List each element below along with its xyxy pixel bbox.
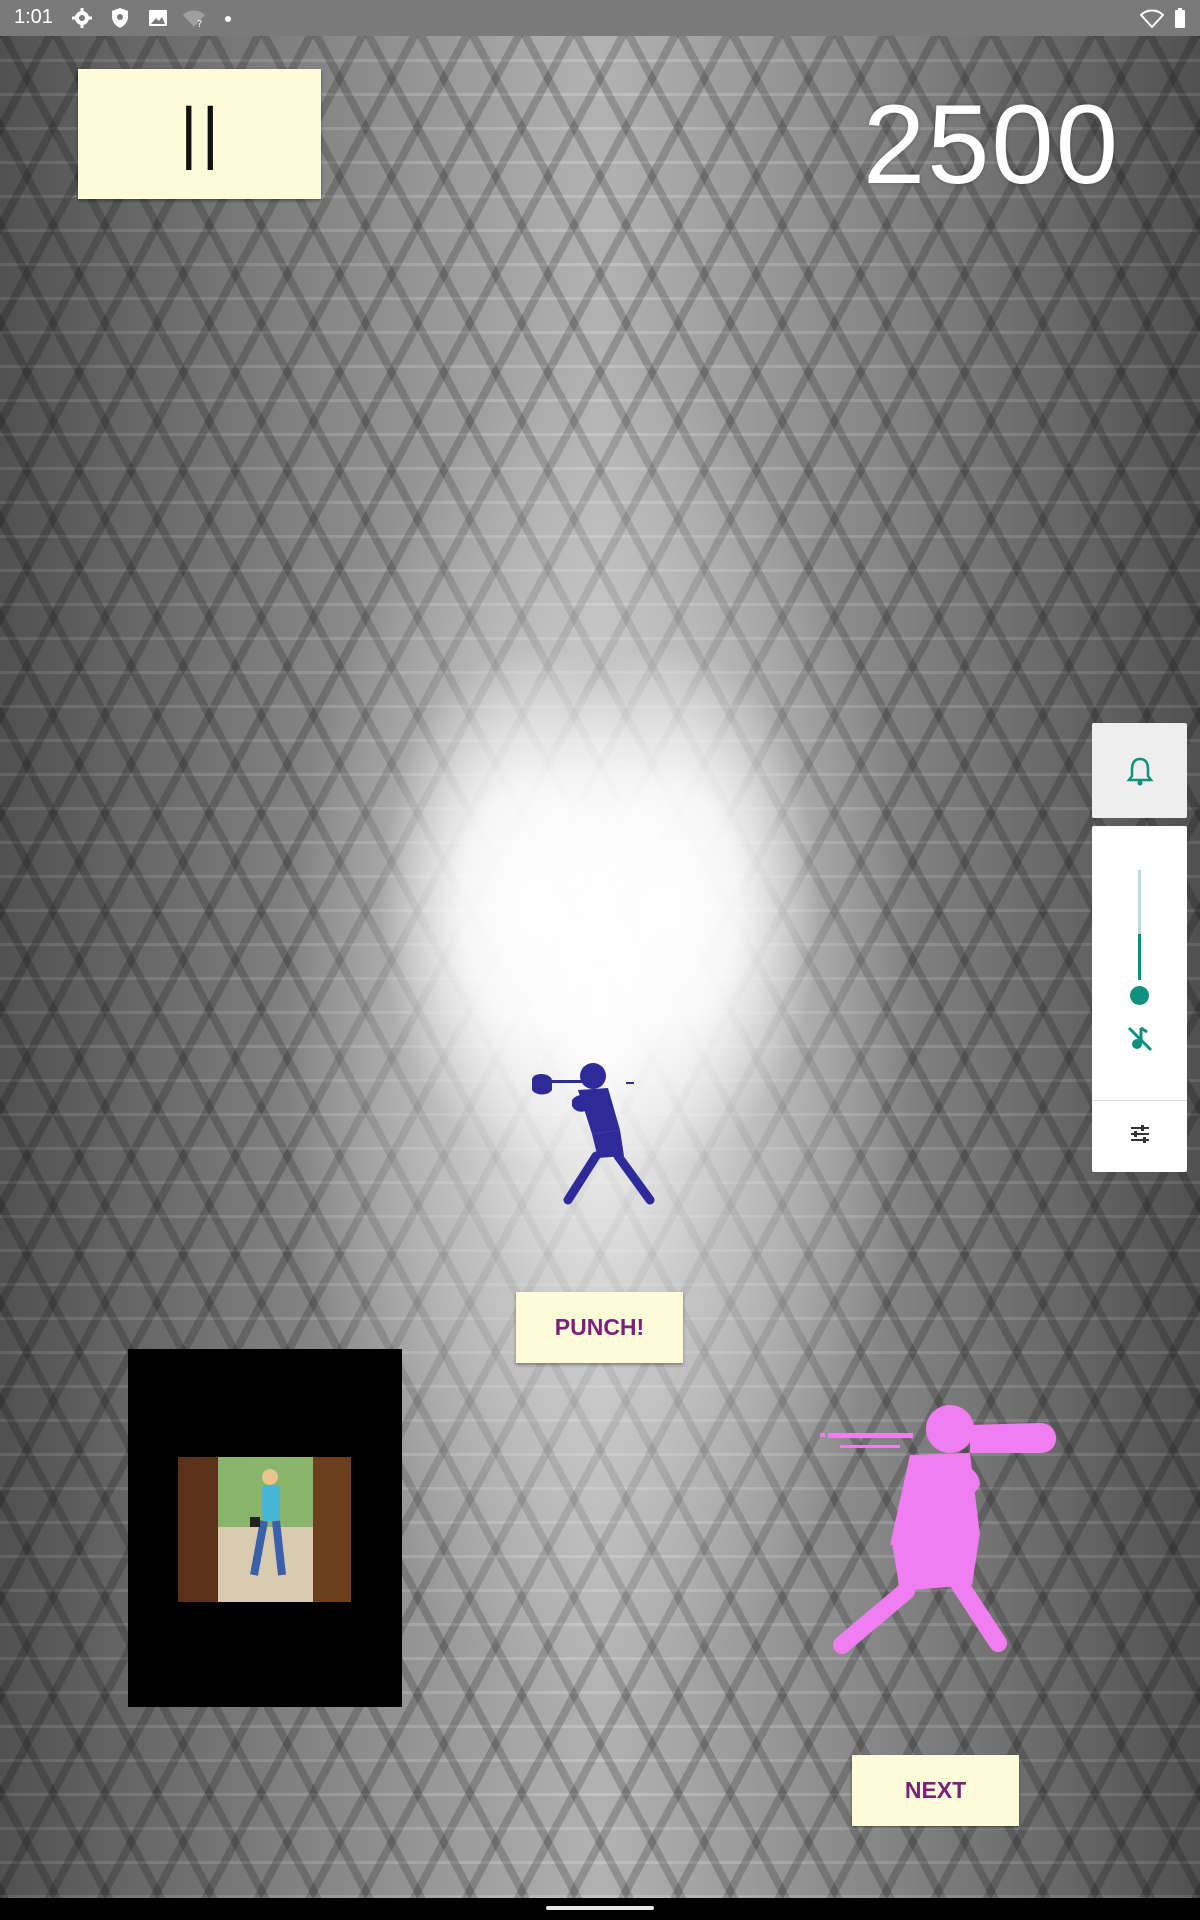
settings-icon xyxy=(72,8,92,28)
music-off-icon[interactable] xyxy=(1125,1024,1155,1054)
volume-panel xyxy=(1092,826,1187,1172)
svg-text:?: ? xyxy=(197,19,202,30)
volume-ring-button[interactable] xyxy=(1092,723,1187,818)
home-gesture-handle[interactable] xyxy=(546,1906,654,1910)
next-button[interactable]: NEXT xyxy=(852,1755,1019,1826)
punch-button[interactable]: PUNCH! xyxy=(516,1292,683,1363)
dot-icon xyxy=(225,16,231,22)
wifi-unknown-icon: ? xyxy=(183,10,205,30)
navigation-bar xyxy=(0,1898,1200,1920)
image-icon xyxy=(149,10,167,26)
clock: 1:01 xyxy=(14,6,53,28)
score-display: 2500 xyxy=(862,82,1120,207)
opponent-boxer xyxy=(532,1063,655,1205)
shield-icon xyxy=(112,8,128,28)
wifi-icon xyxy=(1140,9,1164,29)
volume-panel-divider xyxy=(1092,1100,1187,1101)
battery-icon xyxy=(1175,8,1185,28)
volume-slider-thumb[interactable] xyxy=(1130,986,1149,1005)
bell-icon xyxy=(1126,757,1153,785)
status-bar: 1:01 ? xyxy=(0,0,1200,36)
camera-frame-image xyxy=(178,1457,351,1602)
volume-track-fill xyxy=(1138,934,1141,980)
player-boxer xyxy=(820,1405,1057,1654)
sliders-icon[interactable] xyxy=(1128,1122,1152,1146)
pause-button[interactable]: || xyxy=(78,69,321,199)
camera-preview xyxy=(128,1349,402,1707)
